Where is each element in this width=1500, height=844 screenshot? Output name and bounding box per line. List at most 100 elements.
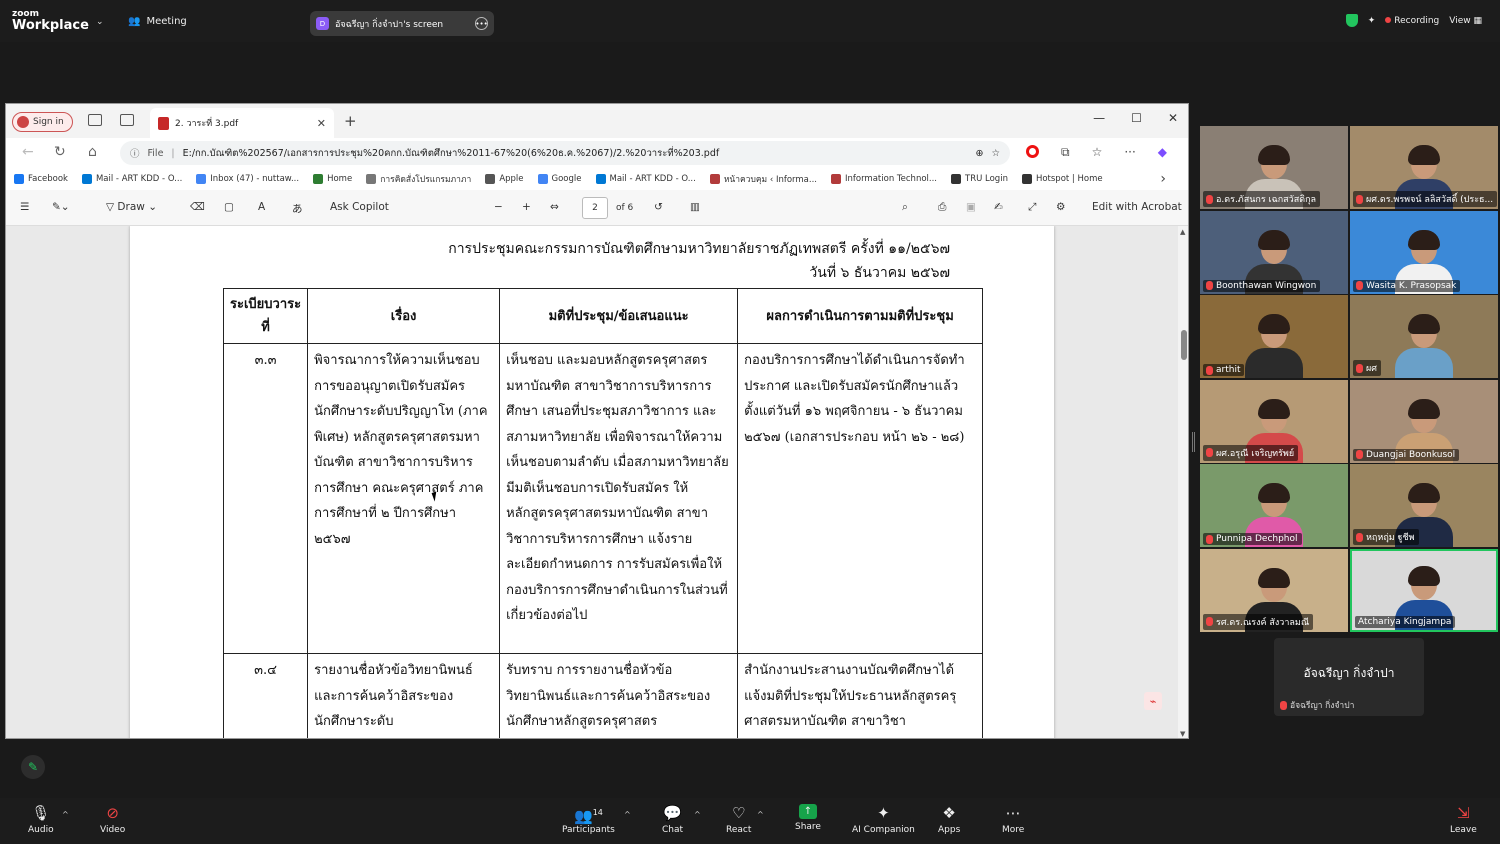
new-tab-icon[interactable]: +	[344, 112, 357, 130]
search-icon[interactable]: ⌕	[902, 201, 908, 214]
page-number-input[interactable]: 2	[582, 197, 608, 219]
chat-options-icon[interactable]: ^	[694, 810, 701, 819]
copilot-icon[interactable]: ◆	[1158, 145, 1167, 160]
participants-options-icon[interactable]: ^	[624, 810, 631, 819]
scroll-up-icon[interactable]: ▲	[1180, 228, 1185, 236]
extensions-icon[interactable]: ⧉	[1061, 145, 1070, 160]
add-text-icon[interactable]: ▢	[224, 201, 234, 213]
participant-video-tile[interactable]: arthit	[1200, 295, 1348, 378]
favorite-link[interactable]: การคิดสั่งโปรแกรมภาภา	[366, 172, 471, 186]
save-icon[interactable]: ▣	[966, 201, 976, 213]
view-button[interactable]: View ▦	[1449, 16, 1482, 26]
favorite-star-icon[interactable]: ☆	[991, 148, 1000, 159]
video-button[interactable]: ⊘ Video	[100, 804, 125, 835]
favorite-link[interactable]: Hotspot | Home	[1021, 174, 1103, 184]
participant-video-tile[interactable]: ผศ.ดร.พรพจน์ ลลิสวัสดิ์ (ประธ...	[1350, 126, 1498, 209]
favorite-link[interactable]: Home	[313, 174, 352, 184]
audio-button[interactable]: 🎙 Audio	[28, 804, 54, 835]
meeting-menu[interactable]: 👥 Meeting	[128, 16, 187, 27]
participant-video-tile[interactable]: Duangjai Boonkusol	[1350, 379, 1498, 463]
save-as-icon[interactable]: ✍	[994, 201, 1003, 213]
annotate-pen-icon[interactable]: ✎	[21, 755, 45, 779]
participant-video-tile[interactable]: รศ.ดร.ณรงค์ สังวาลมณี	[1200, 548, 1348, 632]
favorites-icon[interactable]: ☆	[1092, 145, 1103, 160]
participant-video-tile[interactable]: Boonthawan Wingwon	[1200, 210, 1348, 294]
recording-indicator[interactable]: Recording	[1385, 16, 1439, 26]
favorite-link[interactable]: หน้าควบคุม ‹ Informa...	[709, 172, 817, 186]
shield-icon[interactable]	[1345, 14, 1358, 27]
self-name-tile[interactable]: อัจฉรีญา กิ่งจำปา อัจฉรีญา กิ่งจำปา	[1274, 638, 1424, 716]
more-button[interactable]: ⋯ More	[1002, 804, 1024, 835]
address-bar[interactable]: ⓘ File | E:/กก.บัณฑิต%202567/เอกสารการปร…	[120, 141, 1010, 165]
zoom-icon[interactable]: ⊕	[976, 148, 984, 159]
shared-screen-pill[interactable]: D อัจฉรีญา กิ่งจำปา's screen •••	[310, 11, 494, 36]
share-button[interactable]: ↑ Share	[795, 804, 821, 832]
read-aloud-icon[interactable]: A	[258, 201, 265, 213]
edit-with-acrobat-button[interactable]: Edit with Acrobat	[1092, 201, 1182, 213]
participant-video-tile[interactable]: ผศ.อรุณี เจริญทรัพย์	[1200, 379, 1348, 463]
panel-resize-handle[interactable]	[1192, 432, 1195, 452]
opera-icon[interactable]	[1026, 145, 1039, 158]
participant-video-tile[interactable]: ผศ	[1350, 295, 1498, 378]
rotate-icon[interactable]: ↺	[654, 201, 663, 213]
draw-button[interactable]: ▽ Draw ⌄	[106, 201, 157, 213]
settings-gear-icon[interactable]: ⚙	[1056, 201, 1065, 213]
sign-in-button[interactable]: Sign in	[12, 112, 73, 132]
info-icon[interactable]: ⓘ	[130, 146, 140, 160]
participant-video-tile[interactable]: Atchariya Kingjampa	[1350, 548, 1498, 632]
favorite-link[interactable]: Mail - ART KDD - O...	[81, 174, 182, 184]
scroll-thumb[interactable]	[1181, 330, 1187, 360]
more-options-icon[interactable]: •••	[475, 17, 488, 30]
favorite-link[interactable]: Facebook	[14, 174, 68, 184]
zoom-out-icon[interactable]: −	[494, 201, 503, 213]
favorite-link[interactable]: Apple	[485, 174, 524, 184]
menu-dots-icon[interactable]: ···	[1124, 145, 1135, 160]
pdf-viewer[interactable]: การประชุมคณะกรรมการบัณฑิตศึกษามหาวิทยาลั…	[6, 226, 1178, 738]
ai-companion-button[interactable]: ✦ AI Companion	[852, 804, 915, 835]
minimize-icon[interactable]: —	[1093, 111, 1105, 125]
back-icon[interactable]: ←	[22, 144, 34, 160]
apps-button[interactable]: ❖ Apps	[938, 804, 960, 835]
react-button[interactable]: ♡ React	[726, 804, 751, 835]
workspaces-icon[interactable]	[88, 114, 102, 126]
refresh-icon[interactable]: ↻	[54, 144, 66, 160]
participants-button[interactable]: 👥14 Participants	[562, 804, 615, 835]
chat-button[interactable]: 💬 Chat	[662, 804, 683, 835]
close-tab-icon[interactable]: ✕	[317, 117, 326, 130]
zoom-logo[interactable]: zoom Workplace	[12, 10, 89, 33]
url-text[interactable]: E:/กก.บัณฑิต%202567/เอกสารการประชุม%20คก…	[183, 146, 720, 161]
acrobat-icon[interactable]: ⌁	[1144, 692, 1162, 710]
translate-icon[interactable]: あ	[292, 201, 303, 216]
close-window-icon[interactable]: ✕	[1168, 111, 1178, 125]
ask-copilot-button[interactable]: Ask Copilot	[330, 201, 389, 213]
audio-options-icon[interactable]: ^	[62, 810, 69, 819]
more-favorites-icon[interactable]: ›	[1160, 171, 1166, 187]
leave-button[interactable]: ⇲ Leave	[1450, 804, 1477, 835]
participant-video-tile[interactable]: Wasita K. Prasopsak	[1350, 210, 1498, 294]
print-icon[interactable]: ⎙	[938, 201, 946, 214]
maximize-icon[interactable]: ☐	[1131, 111, 1142, 125]
tab-actions-icon[interactable]	[120, 114, 134, 126]
eraser-icon[interactable]: ⌫	[190, 201, 205, 213]
fullscreen-icon[interactable]: ⤢	[1028, 201, 1036, 214]
page-view-icon[interactable]: ▥	[690, 201, 700, 213]
fit-page-icon[interactable]: ⇔	[550, 201, 559, 213]
chevron-down-icon[interactable]: ⌄	[96, 17, 104, 27]
favorite-link[interactable]: Google	[537, 174, 582, 184]
react-options-icon[interactable]: ^	[757, 810, 764, 819]
favorite-link[interactable]: Inbox (47) - nuttaw...	[196, 174, 299, 184]
tab-pdf[interactable]: 2. วาระที่ 3.pdf ✕	[150, 108, 334, 138]
home-icon[interactable]: ⌂	[88, 144, 97, 160]
sparkle-icon[interactable]: ✦	[1368, 16, 1376, 26]
scroll-down-icon[interactable]: ▼	[1180, 730, 1185, 738]
zoom-in-icon[interactable]: +	[522, 201, 531, 213]
highlight-icon[interactable]: ✎⌄	[52, 201, 70, 213]
favorite-link[interactable]: Information Technol...	[831, 174, 937, 184]
favorite-link[interactable]: Mail - ART KDD - O...	[595, 174, 696, 184]
participant-video-tile[interactable]: หฤหฤุ่ม ฐูชีพ	[1350, 464, 1498, 547]
participant-video-tile[interactable]: อ.ดร.ภัสนกร เฉกสวัสดิกุล	[1200, 126, 1348, 209]
favorite-link[interactable]: TRU Login	[951, 174, 1008, 184]
participant-video-tile[interactable]: Punnipa Dechphol	[1200, 464, 1348, 547]
contents-icon[interactable]: ☰	[20, 201, 29, 213]
pdf-scrollbar[interactable]: ▲ ▼	[1178, 226, 1188, 738]
